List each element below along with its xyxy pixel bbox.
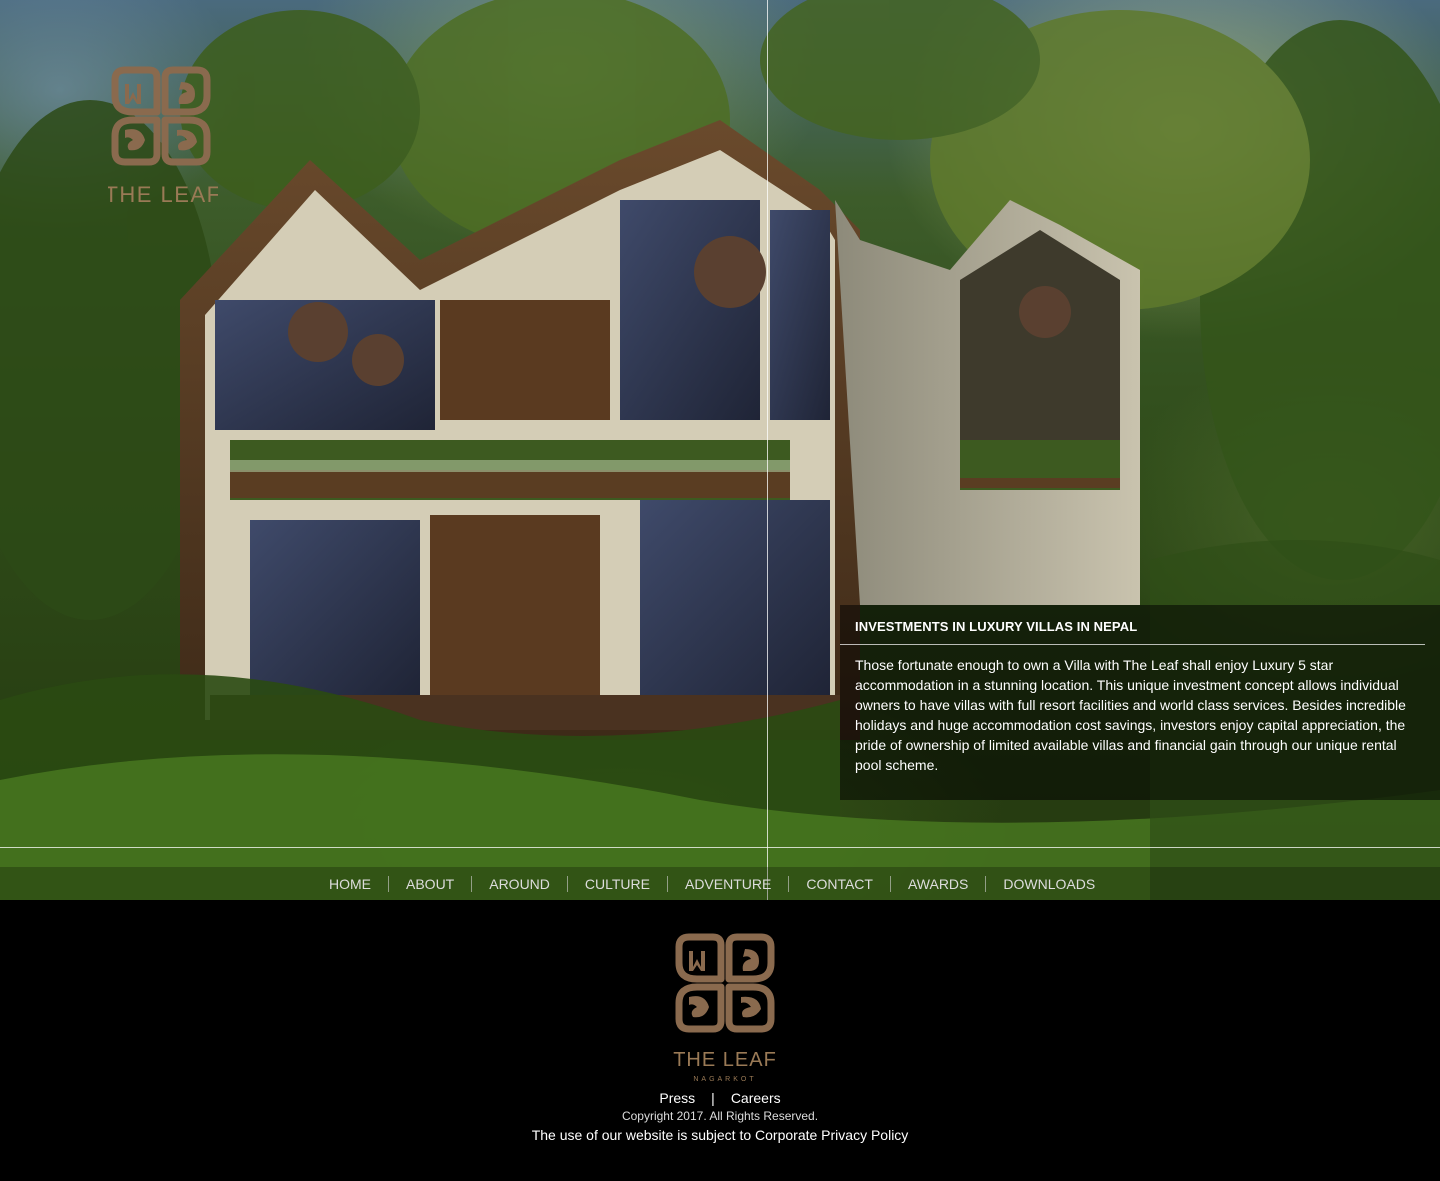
nav-around[interactable]: AROUND [472, 876, 567, 892]
privacy-policy-link[interactable]: The use of our website is subject to Cor… [532, 1127, 909, 1143]
logo-wordmark: THE LEAF [108, 182, 218, 207]
privacy-policy-notice: The use of our website is subject to Cor… [0, 1127, 1440, 1143]
nav-contact[interactable]: CONTACT [789, 876, 890, 892]
vertical-divider-line [767, 0, 768, 900]
nav-home[interactable]: HOME [312, 876, 388, 892]
footer-logo-wordmark: THE LEAF [673, 1049, 777, 1071]
footer-logo-location: NAGARKOT [693, 1076, 756, 1083]
caption-title: INVESTMENTS IN LUXURY VILLAS IN NEPAL [855, 619, 1138, 634]
feature-caption-panel: INVESTMENTS IN LUXURY VILLAS IN NEPAL Th… [840, 605, 1440, 800]
nav-downloads[interactable]: DOWNLOADS [986, 876, 1112, 892]
the-leaf-logo-top[interactable]: THE LEAF [108, 66, 218, 216]
caption-body: Those fortunate enough to own a Villa wi… [855, 657, 1406, 773]
site-footer: THE LEAF NAGARKOT Press | Careers Copyri… [0, 900, 1440, 1181]
nav-culture[interactable]: CULTURE [568, 876, 667, 892]
main-navigation: HOME ABOUT AROUND CULTURE ADVENTURE CONT… [0, 867, 1440, 900]
careers-link[interactable]: Careers [731, 1090, 781, 1106]
nav-awards[interactable]: AWARDS [891, 876, 985, 892]
footer-link-separator: | [711, 1090, 715, 1106]
nav-about[interactable]: ABOUT [389, 876, 471, 892]
press-link[interactable]: Press [659, 1090, 695, 1106]
footer-links: Press | Careers [0, 1090, 1440, 1106]
caption-divider [840, 644, 1425, 645]
the-leaf-logo-footer[interactable]: THE LEAF NAGARKOT [672, 930, 778, 1086]
nav-adventure[interactable]: ADVENTURE [668, 876, 788, 892]
hero-section: THE LEAF INVESTMENTS IN LUXURY VILLAS IN… [0, 0, 1440, 900]
horizontal-divider-line [0, 847, 1440, 848]
copyright-text: Copyright 2017. All Rights Reserved. [621, 1109, 819, 1123]
